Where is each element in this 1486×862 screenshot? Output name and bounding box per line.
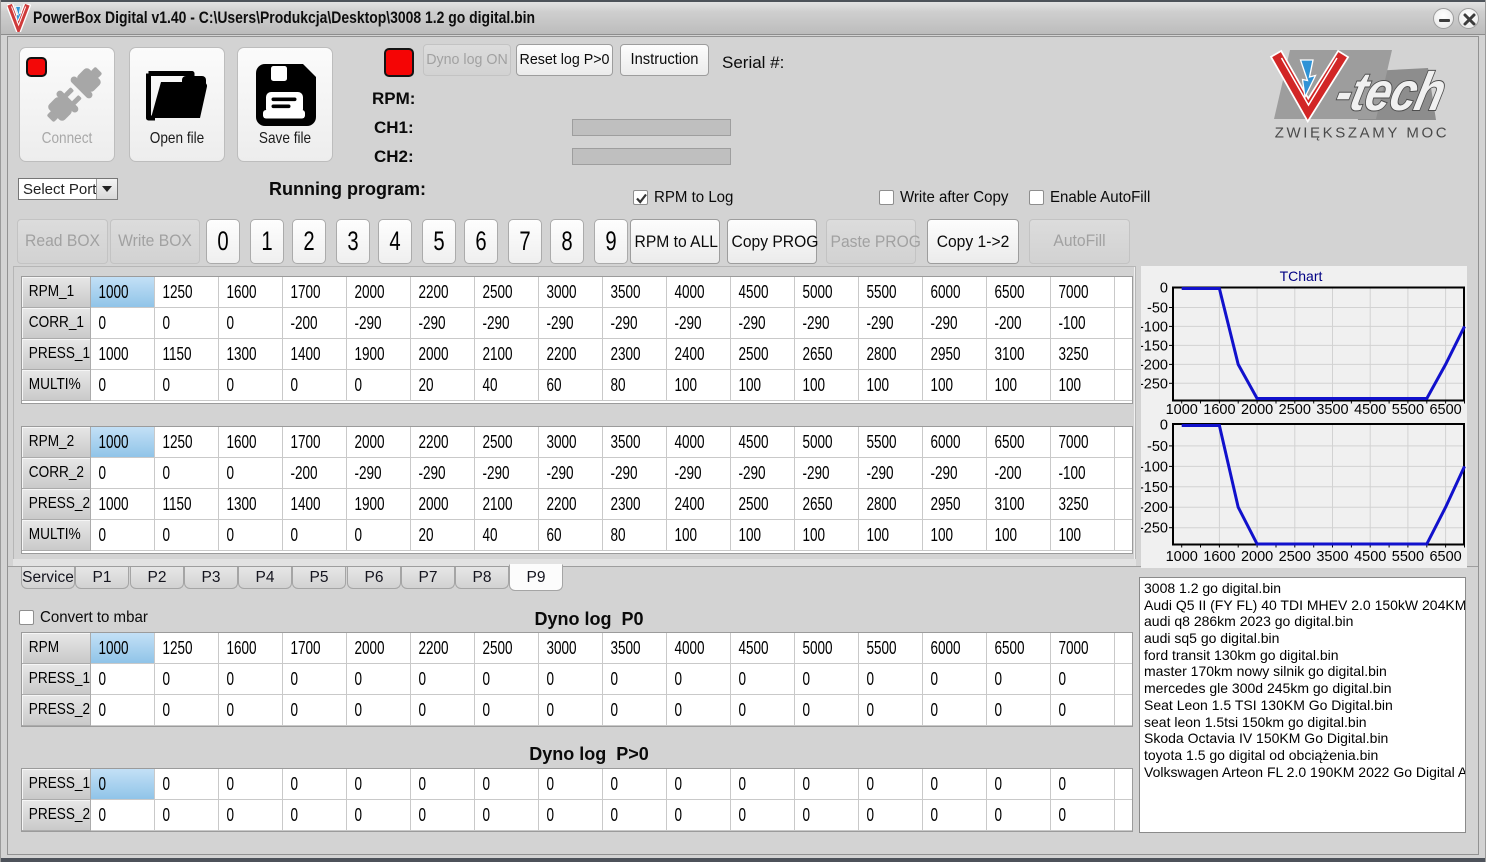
svg-text:-200: -200 xyxy=(1141,357,1168,373)
svg-text:-250: -250 xyxy=(1141,521,1168,537)
svg-text:1000: 1000 xyxy=(1166,402,1198,418)
svg-text:3500: 3500 xyxy=(1316,402,1348,418)
svg-text:4500: 4500 xyxy=(1354,549,1386,565)
svg-text:-50: -50 xyxy=(1147,301,1168,317)
svg-text:2000: 2000 xyxy=(1241,402,1273,418)
svg-text:5500: 5500 xyxy=(1392,549,1424,565)
svg-text:-100: -100 xyxy=(1141,319,1168,335)
svg-text:0: 0 xyxy=(1160,418,1168,434)
svg-text:-100: -100 xyxy=(1141,459,1168,475)
svg-text:6500: 6500 xyxy=(1429,402,1461,418)
svg-text:-200: -200 xyxy=(1141,500,1168,516)
svg-text:2500: 2500 xyxy=(1279,402,1311,418)
svg-text:-250: -250 xyxy=(1141,376,1168,392)
svg-text:2000: 2000 xyxy=(1241,549,1273,565)
svg-text:5500: 5500 xyxy=(1392,402,1424,418)
svg-text:1600: 1600 xyxy=(1203,549,1235,565)
svg-text:-150: -150 xyxy=(1141,338,1168,354)
svg-text:3500: 3500 xyxy=(1316,549,1348,565)
svg-text:0: 0 xyxy=(1160,281,1168,297)
svg-text:-tech: -tech xyxy=(1330,61,1451,121)
svg-text:2500: 2500 xyxy=(1279,549,1311,565)
svg-text:1600: 1600 xyxy=(1203,402,1235,418)
svg-text:-150: -150 xyxy=(1141,480,1168,496)
svg-text:ZWIĘKSZAMY MOC: ZWIĘKSZAMY MOC xyxy=(1275,125,1449,142)
svg-text:4500: 4500 xyxy=(1354,402,1386,418)
svg-text:6500: 6500 xyxy=(1429,549,1461,565)
svg-text:TChart: TChart xyxy=(1280,268,1323,284)
svg-text:1000: 1000 xyxy=(1166,549,1198,565)
svg-text:-50: -50 xyxy=(1147,439,1168,455)
